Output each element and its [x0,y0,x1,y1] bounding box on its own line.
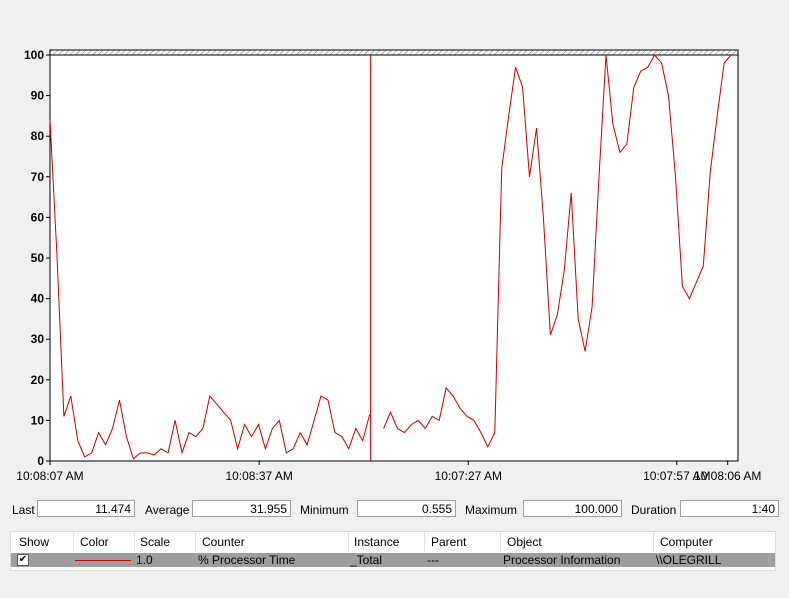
x-axis: 10:08:07 AM 10:08:37 AM 10:07:27 AM 10:07:5… [16,461,761,483]
y-tick-label: 70 [31,170,45,184]
duration-label: Duration [631,503,677,517]
column-object[interactable]: Object [507,535,542,549]
average-label: Average [145,503,190,517]
column-instance[interactable]: Instance [354,535,399,549]
y-axis: 1009080706050403020100 [24,48,50,468]
column-divider [653,532,654,552]
plot-area [49,49,739,462]
y-tick-label: 100 [24,48,44,62]
column-counter[interactable]: Counter [202,535,245,549]
object-cell: Processor Information [503,553,621,567]
minimum-value: 0.555 [357,500,456,517]
column-parent[interactable]: Parent [431,535,466,549]
show-checkbox[interactable]: ✔ [17,554,29,566]
minimum-label: Minimum [300,503,349,517]
statistics-bar: Last 11.474 Average 31.955 Minimum 0.555… [0,500,789,520]
computer-cell: \\OLEGRILL [656,553,722,567]
instance-cell: _Total [350,553,383,567]
y-tick-label: 0 [37,454,44,468]
column-divider [134,532,135,552]
legend-header: Show Color Scale Counter Instance Parent… [11,532,775,552]
y-tick-label: 50 [31,251,45,265]
column-show[interactable]: Show [19,535,49,549]
counter-cell: % Processor Time [198,553,296,567]
column-computer[interactable]: Computer [660,535,713,549]
y-tick-label: 20 [31,373,45,387]
maximum-value: 100.000 [523,500,622,517]
parent-cell: --- [427,553,439,567]
counter-row[interactable]: ✔ 1.0 % Processor Time _Total --- Proces… [11,553,775,567]
column-divider [348,532,349,552]
x-tick-label: 10:08:07 AM [16,469,83,483]
y-tick-label: 80 [31,129,45,143]
column-divider [195,532,196,552]
column-divider [424,532,425,552]
performance-graph[interactable]: 1009080706050403020100 10:08:07 AM 10:08:… [0,0,789,498]
last-value: 11.474 [37,500,135,517]
x-tick-label: 10:07:27 AM [435,469,502,483]
column-divider [500,532,501,552]
average-value: 31.955 [192,500,291,517]
scale-cell: 1.0 [136,553,153,567]
y-tick-label: 90 [31,89,45,103]
maximum-label: Maximum [465,503,518,517]
x-tick-label: 10:08:37 AM [225,469,292,483]
y-tick-label: 30 [31,332,45,346]
max-hatch-band [49,49,739,56]
duration-value: 1:40 [680,500,779,517]
column-scale[interactable]: Scale [140,535,170,549]
last-label: Last [12,503,35,517]
counter-legend-table[interactable]: Show Color Scale Counter Instance Parent… [10,531,776,571]
y-tick-label: 10 [31,413,45,427]
column-color[interactable]: Color [80,535,109,549]
y-tick-label: 40 [31,292,45,306]
column-divider [73,532,74,552]
x-tick-label: 10:08:06 AM [694,469,761,483]
series-color-swatch [75,560,131,561]
y-tick-label: 60 [31,210,45,224]
